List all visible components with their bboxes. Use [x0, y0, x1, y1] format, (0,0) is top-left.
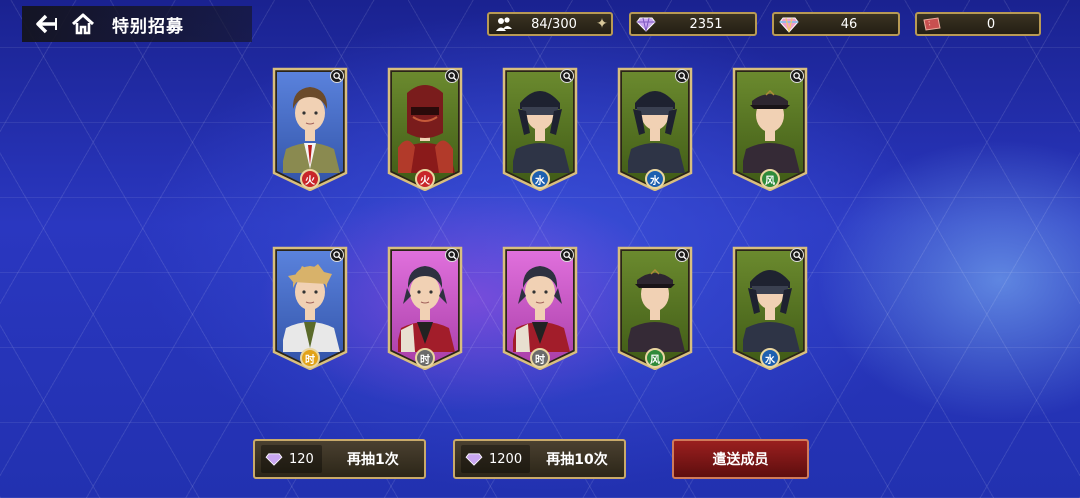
- draw-once-button[interactable]: 120 再抽1次: [253, 439, 426, 479]
- character-card[interactable]: 时: [387, 246, 463, 370]
- element-label: 水: [535, 175, 545, 187]
- draw-ten-label: 再抽10次: [546, 452, 608, 468]
- draw-once-cost: 120: [261, 445, 322, 473]
- element-label: 水: [765, 354, 775, 366]
- character-card[interactable]: 风: [617, 246, 693, 370]
- element-label: 风: [650, 354, 660, 366]
- element-label: 火: [305, 175, 315, 187]
- draw-once-label: 再抽1次: [347, 452, 399, 468]
- rainbow-gem-value: 46: [840, 16, 858, 32]
- element-badge: 水: [760, 348, 780, 368]
- element-badge: 时: [530, 348, 550, 368]
- character-card[interactable]: 时: [272, 246, 348, 370]
- sparkle-icon: ✦: [596, 16, 608, 32]
- party-members-value: 84/300: [531, 16, 577, 32]
- element-badge: 时: [415, 348, 435, 368]
- draw-ten-button[interactable]: 1200 再抽10次: [453, 439, 626, 479]
- gem-icon: [265, 453, 283, 466]
- top-header: 特别招募: [22, 6, 252, 42]
- element-badge: 时: [300, 348, 320, 368]
- draw-ten-cost: 1200: [461, 445, 531, 473]
- element-badge: 火: [300, 169, 320, 189]
- character-card[interactable]: 水: [502, 67, 578, 191]
- character-card[interactable]: 水: [732, 246, 808, 370]
- ticket-counter: 0: [915, 12, 1041, 36]
- element-badge: 火: [415, 169, 435, 189]
- magnify-icon[interactable]: [445, 248, 459, 262]
- dismiss-members-label: 遣送成员: [712, 452, 769, 468]
- element-label: 火: [420, 175, 430, 187]
- element-badge: 风: [645, 348, 665, 368]
- magnify-icon[interactable]: [445, 69, 459, 83]
- gem-icon: [635, 13, 657, 35]
- gem-icon: [465, 453, 483, 466]
- magnify-icon[interactable]: [790, 248, 804, 262]
- page-title: 特别招募: [112, 16, 184, 37]
- gem-value: 2351: [689, 16, 723, 32]
- magnify-icon[interactable]: [330, 248, 344, 262]
- element-badge: 水: [645, 169, 665, 189]
- element-badge: 风: [760, 169, 780, 189]
- element-label: 时: [420, 354, 430, 366]
- magnify-icon[interactable]: [560, 248, 574, 262]
- party-members-icon: [493, 13, 515, 35]
- magnify-icon[interactable]: [675, 248, 689, 262]
- character-card[interactable]: 风: [732, 67, 808, 191]
- draw-once-cost-value: 120: [289, 451, 314, 467]
- dismiss-members-button[interactable]: 遣送成员: [672, 439, 809, 479]
- rainbow-gem-counter: 46: [772, 12, 900, 36]
- magnify-icon[interactable]: [330, 69, 344, 83]
- element-label: 水: [650, 175, 660, 187]
- ticket-icon: [921, 13, 943, 35]
- ticket-value: 0: [986, 16, 996, 32]
- element-label: 时: [305, 354, 315, 366]
- magnify-icon[interactable]: [560, 69, 574, 83]
- party-members-counter: 84/300 ✦: [487, 12, 613, 36]
- gem-counter: 2351: [629, 12, 757, 36]
- rainbow-gem-icon: [778, 13, 800, 35]
- back-arrow-icon[interactable]: [34, 11, 60, 37]
- character-card[interactable]: 火: [272, 67, 348, 191]
- magnify-icon[interactable]: [790, 69, 804, 83]
- element-label: 风: [765, 175, 775, 187]
- element-badge: 水: [530, 169, 550, 189]
- draw-ten-cost-value: 1200: [489, 451, 523, 467]
- character-card[interactable]: 时: [502, 246, 578, 370]
- element-label: 时: [535, 354, 545, 366]
- home-icon[interactable]: [70, 11, 96, 37]
- character-card[interactable]: 火: [387, 67, 463, 191]
- character-card[interactable]: 水: [617, 67, 693, 191]
- magnify-icon[interactable]: [675, 69, 689, 83]
